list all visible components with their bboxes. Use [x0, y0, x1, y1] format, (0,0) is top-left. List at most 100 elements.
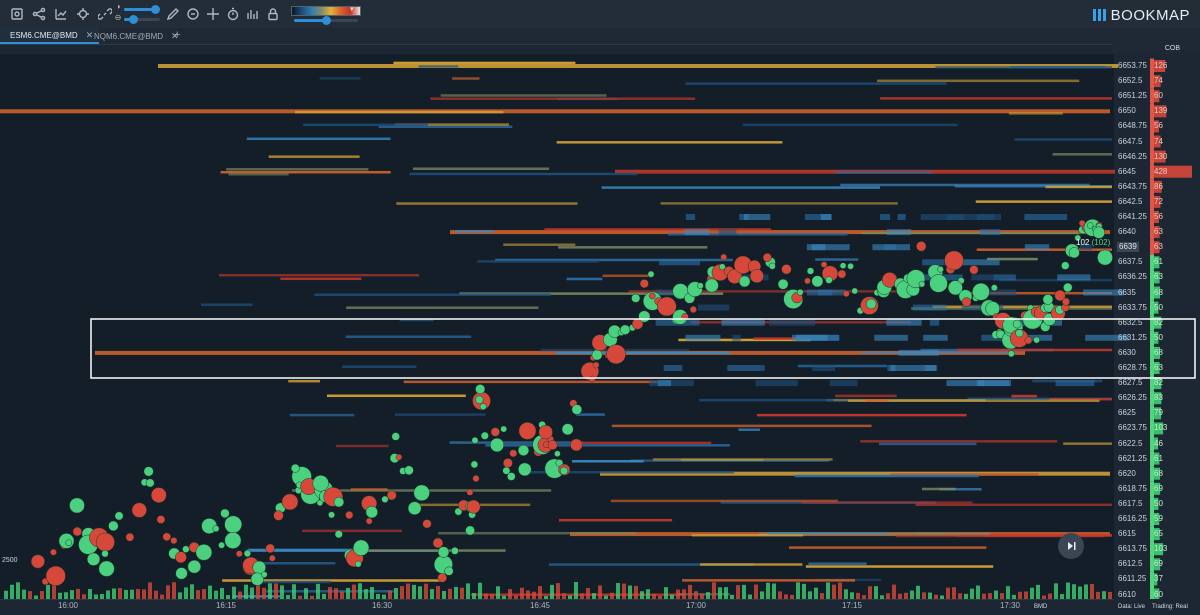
price-label: 6633.75 [1118, 302, 1147, 312]
liquidity-band [576, 413, 605, 416]
indicators-icon[interactable] [244, 5, 262, 23]
trade-bubble [328, 511, 335, 519]
trade-bubble [170, 537, 178, 545]
price-label: 6623.75 [1118, 423, 1147, 433]
price-label: 6612.5 [1118, 559, 1143, 569]
trade-bubble [444, 566, 454, 576]
volume-bar [1102, 591, 1106, 599]
volume-bar [682, 589, 686, 599]
cob-size-label: 61 [1154, 257, 1163, 267]
cob-size-label: 46 [1154, 438, 1163, 448]
liquidity-band [570, 441, 712, 445]
stopwatch-icon[interactable] [224, 5, 242, 23]
price-label: 6646.25 [1118, 151, 1147, 161]
liquidity-band [659, 259, 700, 266]
trade-bubble [466, 499, 481, 514]
trade-bubble [224, 515, 243, 534]
volume-bar [88, 589, 92, 599]
liquidity-band [957, 348, 1112, 352]
slider-bottom[interactable] [124, 15, 160, 24]
volume-bar [136, 589, 140, 599]
liquidity-band [808, 562, 867, 565]
crosshair-icon[interactable] [74, 5, 92, 23]
add-tab-button[interactable]: + [174, 29, 180, 41]
price-label: 6643.75 [1118, 181, 1147, 191]
liquidity-band [700, 563, 803, 566]
volume-bar [802, 583, 806, 599]
price-label: 6620 [1118, 468, 1136, 478]
volume-bar [532, 591, 536, 599]
slider-top[interactable] [124, 5, 160, 14]
trade-bubble [697, 282, 704, 289]
liquidity-band [898, 349, 939, 356]
lock-icon[interactable] [264, 5, 282, 23]
volume-bar [844, 589, 848, 599]
move-icon[interactable] [204, 5, 222, 23]
liquidity-band [935, 66, 1112, 69]
trade-bubble [30, 554, 45, 569]
liquidity-band [566, 277, 603, 281]
volume-bar [508, 589, 512, 599]
liquidity-band [1024, 214, 1068, 220]
liquidity-band [246, 137, 391, 141]
volume-bar [202, 589, 206, 599]
trade-bubble [518, 462, 532, 477]
trade-bubble [98, 560, 115, 577]
liquidity-band [268, 155, 360, 158]
time-tick-label: 16:30 [371, 601, 393, 610]
liquidity-band [684, 229, 710, 236]
liquidity-band [418, 65, 459, 68]
volume-bar [262, 587, 266, 599]
volume-bar [838, 582, 842, 599]
liquidity-band [718, 229, 737, 236]
price-scale[interactable]: 6653.75 126 6652.5 74 6651.25 60 6650 139 6648.7… [1114, 54, 1200, 599]
tab-nqm6[interactable]: NQM6.CME@BMD ✕ [84, 28, 185, 44]
liquidity-band [743, 214, 771, 220]
liquidity-band [806, 289, 846, 296]
liquidity-band [1052, 153, 1112, 156]
trading-status: Trading: Real [1152, 604, 1188, 610]
chat-icon[interactable] [184, 5, 202, 23]
volume-bar [370, 587, 374, 599]
jump-to-live-button[interactable] [1058, 533, 1084, 559]
tab-label: ESM6.CME@BMD [10, 30, 78, 40]
share-icon[interactable] [30, 5, 48, 23]
trade-bubble [606, 344, 626, 365]
screenshot-icon[interactable] [8, 5, 26, 23]
heatmap-chart[interactable] [0, 54, 1200, 614]
chart-icon[interactable] [52, 5, 70, 23]
colormap-dropdown-icon[interactable]: ▾ [350, 5, 354, 13]
volume-bar [214, 590, 218, 599]
trade-bubble [182, 545, 190, 553]
trade-bubble [422, 519, 432, 529]
liquidity-band [326, 394, 466, 398]
cob-size-label: 428 [1154, 166, 1168, 176]
volume-bar [526, 590, 530, 599]
liquidity-band [685, 334, 721, 341]
liquidity-band [801, 501, 973, 504]
trade-bubble [517, 444, 530, 456]
heatmap-contrast-slider[interactable] [294, 16, 358, 25]
trade-bubble [432, 537, 444, 549]
volume-bar [574, 582, 578, 599]
liquidity-band [738, 428, 760, 431]
volume-bar [208, 585, 212, 599]
volume-bar [190, 584, 194, 599]
pencil-icon[interactable] [164, 5, 182, 23]
trade-bubble [50, 548, 57, 556]
link-icon[interactable] [96, 5, 114, 23]
trade-bubble [591, 349, 603, 361]
volume-bar [244, 584, 248, 599]
trade-bubble [929, 274, 948, 293]
volume-bar [724, 587, 728, 599]
liquidity-band [1045, 185, 1112, 189]
cob-size-label: 63 [1154, 227, 1163, 237]
volume-bar [892, 584, 896, 599]
trade-bubble [218, 541, 225, 549]
liquidity-band [336, 444, 389, 448]
brand-name: BOOKMAP [1110, 6, 1190, 24]
volume-bar [418, 586, 422, 599]
liquidity-band [880, 97, 1112, 100]
liquidity-band [865, 399, 889, 402]
volume-bar [688, 584, 692, 599]
